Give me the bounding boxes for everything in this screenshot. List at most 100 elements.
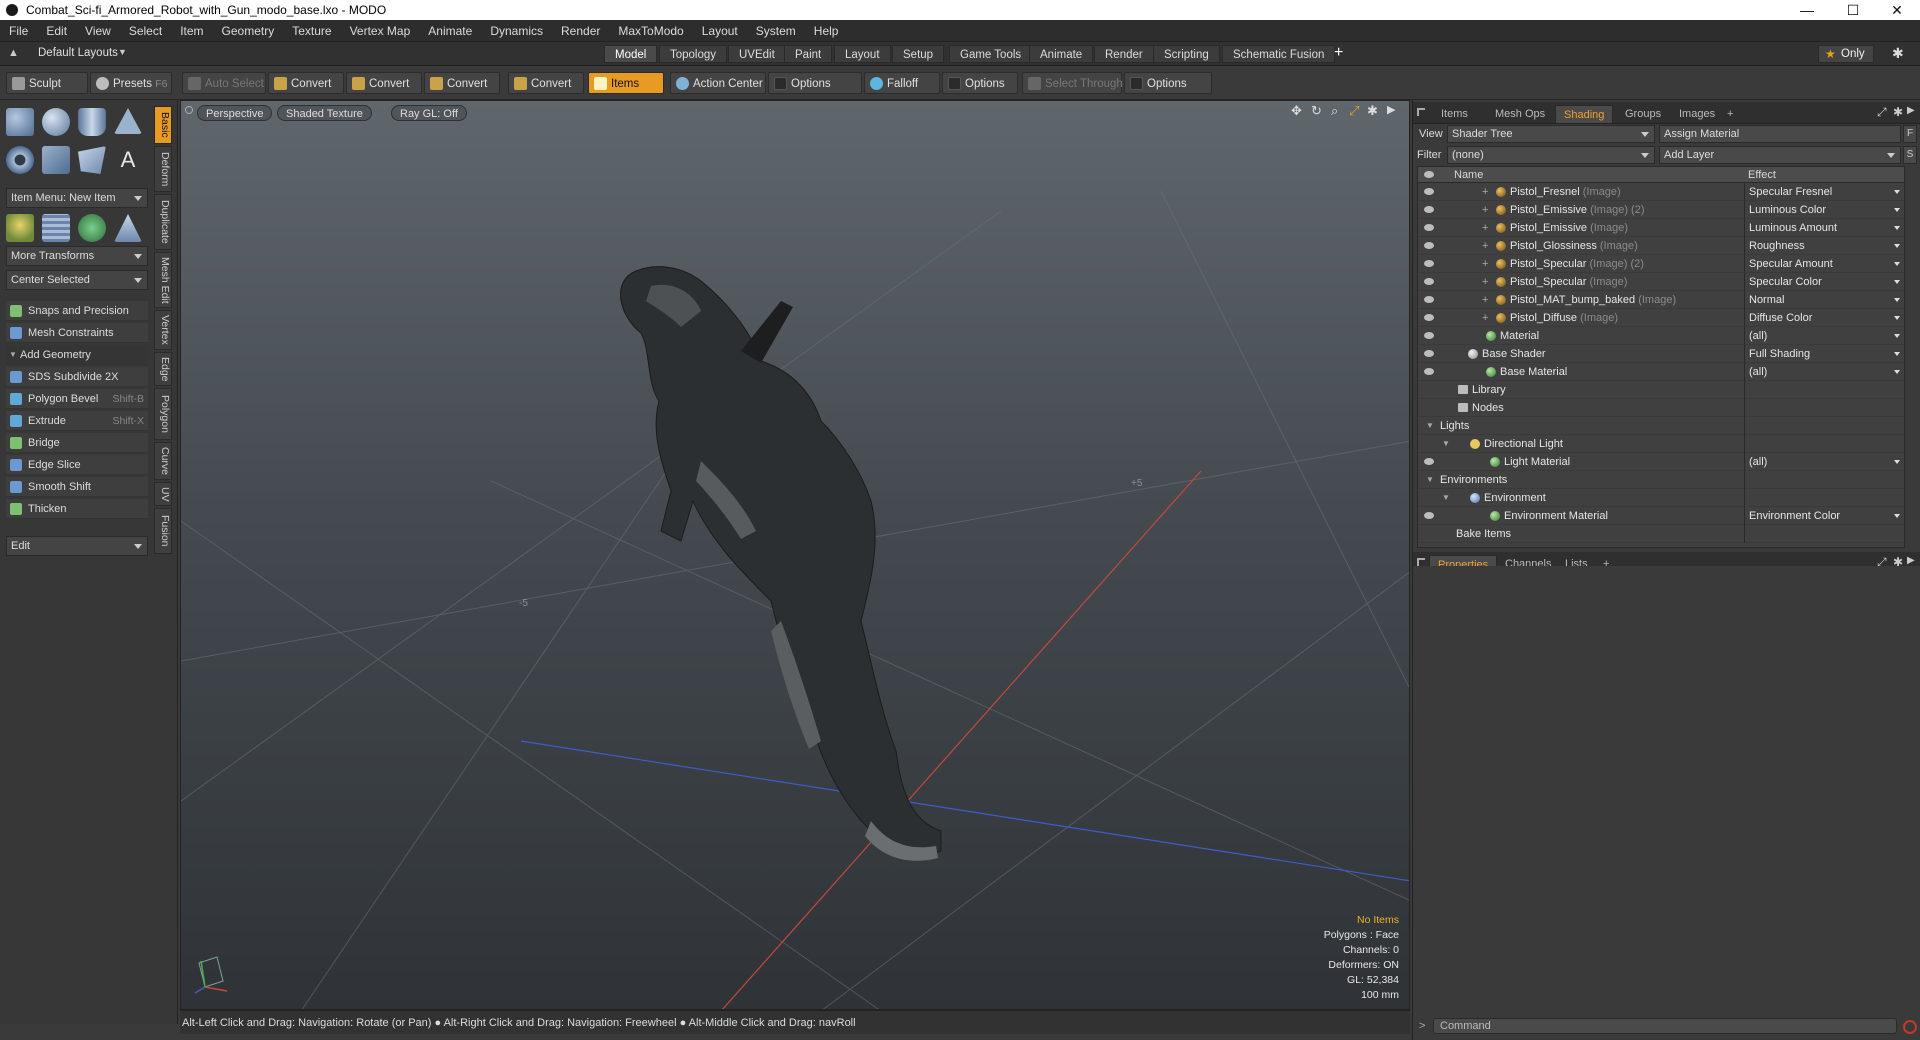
expand-plus-icon[interactable]: + — [1482, 291, 1488, 309]
panel-gear-icon[interactable]: ✱ — [1893, 105, 1903, 119]
smooth-shift-button[interactable]: Smooth Shift — [6, 477, 148, 497]
shader-tree-row[interactable]: + Pistol_Diffuse (Image) Diffuse Color — [1418, 309, 1904, 327]
menu-file[interactable]: File — [0, 20, 37, 42]
vtab-basic[interactable]: Basic — [154, 106, 172, 144]
3d-viewport[interactable]: Perspective Shaded Texture Ray GL: Off ✥… — [180, 100, 1410, 1010]
expand-toggle-icon[interactable]: ▼ — [1442, 435, 1450, 453]
eye-icon[interactable] — [1424, 512, 1434, 519]
select-through-button[interactable]: Select Through — [1022, 72, 1123, 94]
menu-system[interactable]: System — [747, 20, 805, 42]
eye-icon[interactable] — [1424, 332, 1434, 339]
tab-uvedit[interactable]: UVEdit — [728, 45, 786, 63]
cube-icon[interactable] — [6, 108, 34, 136]
expand-panel-icon[interactable]: ⤢ — [1877, 105, 1887, 120]
add-tab-button[interactable]: + — [1719, 105, 1741, 123]
menu-edit[interactable]: Edit — [37, 20, 76, 42]
menu-render[interactable]: Render — [552, 20, 609, 42]
tab-shading[interactable]: Shading — [1555, 105, 1614, 123]
eye-icon[interactable] — [1424, 314, 1434, 321]
brush-visibility-icon[interactable] — [1424, 188, 1434, 195]
tab-images[interactable]: Images — [1671, 105, 1723, 123]
layout-arrow-icon[interactable]: ▲ — [8, 47, 19, 59]
vtab-deform[interactable]: Deform — [154, 146, 172, 192]
effect-dropdown[interactable]: Diffuse Color — [1744, 309, 1904, 327]
polygon-bevel-button[interactable]: Polygon Bevel Shift-B — [6, 389, 148, 409]
vtab-curve[interactable]: Curve — [154, 442, 172, 480]
effect-dropdown[interactable]: Luminous Amount — [1744, 219, 1904, 237]
shader-tree-row[interactable]: + Pistol_Glossiness (Image) Roughness — [1418, 237, 1904, 255]
gear-icon[interactable]: ✱ — [1892, 45, 1904, 62]
action-center-button[interactable]: Action Center — [670, 72, 766, 94]
cylinder-icon[interactable] — [78, 108, 106, 136]
effect-dropdown[interactable]: Environment Color — [1744, 507, 1904, 525]
sculpt-button[interactable]: Sculpt — [6, 72, 88, 94]
panel-expand-icon[interactable]: ▶ — [1907, 105, 1915, 116]
close-button[interactable]: ✕ — [1874, 0, 1920, 20]
expand-plus-icon[interactable]: + — [1482, 273, 1488, 291]
vtab-edge[interactable]: Edge — [154, 352, 172, 386]
tab-paint[interactable]: Paint — [784, 45, 833, 63]
more-transforms-dropdown[interactable]: More Transforms — [6, 246, 148, 266]
effect-dropdown[interactable]: (all) — [1744, 453, 1904, 471]
menu-view[interactable]: View — [76, 20, 120, 42]
effect-dropdown[interactable]: Roughness — [1744, 237, 1904, 255]
minimize-button[interactable]: — — [1784, 0, 1830, 20]
view-dropdown[interactable]: Shader Tree — [1447, 125, 1655, 143]
effect-dropdown[interactable]: Specular Color — [1744, 273, 1904, 291]
vtab-polygon[interactable]: Polygon — [154, 388, 172, 440]
expand-plus-icon[interactable]: + — [1482, 255, 1488, 273]
item-menu-dropdown[interactable]: Item Menu: New Item — [6, 188, 148, 208]
shader-tree-row[interactable]: + Pistol_Fresnel (Image) Specular Fresnel — [1418, 183, 1904, 201]
grid-plane-icon[interactable] — [42, 214, 70, 242]
command-input[interactable]: Command — [1433, 1018, 1897, 1034]
shader-tree-row[interactable]: ▼ Environment — [1418, 489, 1904, 507]
menu-animate[interactable]: Animate — [419, 20, 481, 42]
falloff-button[interactable]: Falloff — [864, 72, 940, 94]
shader-tree-row[interactable]: ▼ Environments — [1418, 471, 1904, 489]
snaps-precision-button[interactable]: Snaps and Precision — [6, 301, 148, 321]
eye-icon[interactable] — [1424, 206, 1434, 213]
shader-tree-row[interactable]: Base Material (all) — [1418, 363, 1904, 381]
effect-dropdown[interactable]: Luminous Color — [1744, 201, 1904, 219]
panel-expand-icon[interactable]: ▶ — [1907, 555, 1915, 566]
menu-vertex-map[interactable]: Vertex Map — [341, 20, 420, 42]
menu-layout[interactable]: Layout — [693, 20, 747, 42]
vtab-mesh-edit[interactable]: Mesh Edit — [154, 252, 172, 308]
shader-tree-row[interactable]: ▼ Lights — [1418, 417, 1904, 435]
shader-tree-row[interactable]: + Pistol_Specular (Image) Specular Color — [1418, 273, 1904, 291]
effect-dropdown[interactable]: Normal — [1744, 291, 1904, 309]
menu-texture[interactable]: Texture — [283, 20, 340, 42]
center-selected-dropdown[interactable]: Center Selected — [6, 270, 148, 290]
sds-subdivide-button[interactable]: SDS Subdivide 2X — [6, 367, 148, 387]
convert-edges-button[interactable]: Convert — [346, 72, 422, 94]
shader-tree-row[interactable]: Material (all) — [1418, 327, 1904, 345]
options-button-1[interactable]: Options — [768, 72, 862, 94]
auto-select-button[interactable]: Auto Select — [182, 72, 266, 94]
effect-dropdown[interactable]: Specular Fresnel — [1744, 183, 1904, 201]
f-button[interactable]: F — [1903, 125, 1917, 143]
camera-icon[interactable] — [114, 214, 142, 242]
shader-tree-row[interactable]: Light Material (all) — [1418, 453, 1904, 471]
name-column-header[interactable]: Name — [1454, 167, 1483, 183]
options-button-3[interactable]: Options — [1124, 72, 1212, 94]
expand-plus-icon[interactable]: + — [1482, 219, 1488, 237]
tab-game-tools[interactable]: Game Tools — [949, 45, 1033, 63]
assign-material-button[interactable]: Assign Material — [1659, 125, 1901, 143]
menu-geometry[interactable]: Geometry — [213, 20, 284, 42]
light-icon[interactable] — [6, 214, 34, 242]
tab-items[interactable]: Items — [1433, 105, 1476, 123]
extrude-button[interactable]: Extrude Shift-X — [6, 411, 148, 431]
tab-schematic-fusion[interactable]: Schematic Fusion — [1222, 45, 1336, 63]
items-mode-button[interactable]: Items — [588, 72, 664, 94]
tab-scripting[interactable]: Scripting — [1153, 45, 1220, 63]
effect-dropdown[interactable]: Specular Amount — [1744, 255, 1904, 273]
tab-mesh-ops[interactable]: Mesh Ops — [1487, 105, 1553, 123]
expand-plus-icon[interactable]: + — [1482, 309, 1488, 327]
effect-dropdown[interactable]: (all) — [1744, 327, 1904, 345]
eye-icon[interactable] — [1424, 224, 1434, 231]
menu-item[interactable]: Item — [171, 20, 212, 42]
vtab-fusion[interactable]: Fusion — [154, 508, 172, 554]
pen-shape-icon[interactable] — [78, 146, 106, 174]
panel-menu-icon[interactable] — [1417, 108, 1425, 116]
tab-animate[interactable]: Animate — [1029, 45, 1094, 63]
